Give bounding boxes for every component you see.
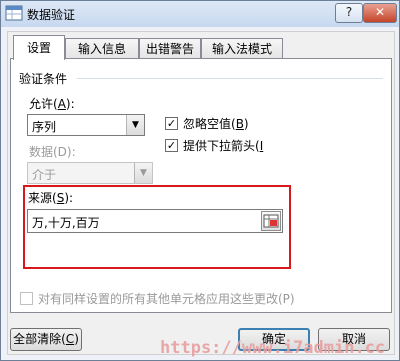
apply-all-checkbox[interactable]: [20, 292, 33, 305]
source-input[interactable]: 万,十万,百万: [27, 209, 283, 233]
window-title: 数据验证: [27, 8, 76, 22]
title-bar: 数据验证 ? ✕: [1, 1, 399, 27]
group-divider: [77, 78, 383, 79]
allow-label: 允许(A):: [29, 97, 75, 111]
source-label: 来源(S):: [28, 191, 74, 205]
tab-error-alert[interactable]: 出错警告: [139, 38, 201, 59]
ignore-blank-checkbox[interactable]: ✓: [165, 117, 178, 130]
app-icon: [5, 5, 23, 21]
tab-settings[interactable]: 设置: [13, 35, 65, 60]
in-cell-dropdown-label: 提供下拉箭头(I: [183, 139, 264, 153]
ignore-blank-label: 忽略空值(B): [183, 117, 249, 131]
allow-select[interactable]: 序列 ▼: [27, 114, 145, 136]
data-label: 数据(D):: [29, 145, 76, 159]
data-select: 介于 ▼: [27, 162, 153, 184]
chevron-down-icon: ▼: [134, 163, 152, 183]
clear-all-button[interactable]: 全部清除(C): [10, 328, 82, 351]
dialog-body: 设置 输入信息 出错警告 输入法模式 验证条件 允许(A): 序列 ▼ ✓ 忽略…: [7, 31, 395, 355]
data-validation-dialog: 数据验证 ? ✕ 设置 输入信息 出错警告 输入法模式 验证条件 允许(A): …: [0, 0, 400, 361]
tab-ime-mode[interactable]: 输入法模式: [201, 38, 283, 59]
range-select-button[interactable]: [261, 211, 281, 231]
tab-input-message[interactable]: 输入信息: [65, 38, 139, 59]
apply-all-label: 对有同样设置的所有其他单元格应用这些更改(P): [38, 292, 295, 306]
validation-criteria-label: 验证条件: [19, 72, 68, 86]
help-button[interactable]: ?: [335, 3, 363, 23]
chevron-down-icon: ▼: [126, 115, 144, 135]
close-button[interactable]: ✕: [363, 3, 397, 23]
in-cell-dropdown-checkbox[interactable]: ✓: [165, 139, 178, 152]
settings-panel: 验证条件 允许(A): 序列 ▼ ✓ 忽略空值(B) ✓ 提供下拉箭头(I 数据…: [10, 58, 392, 313]
watermark: https://www.i7admin.cc: [160, 338, 386, 358]
collapse-range-icon: [263, 214, 279, 228]
